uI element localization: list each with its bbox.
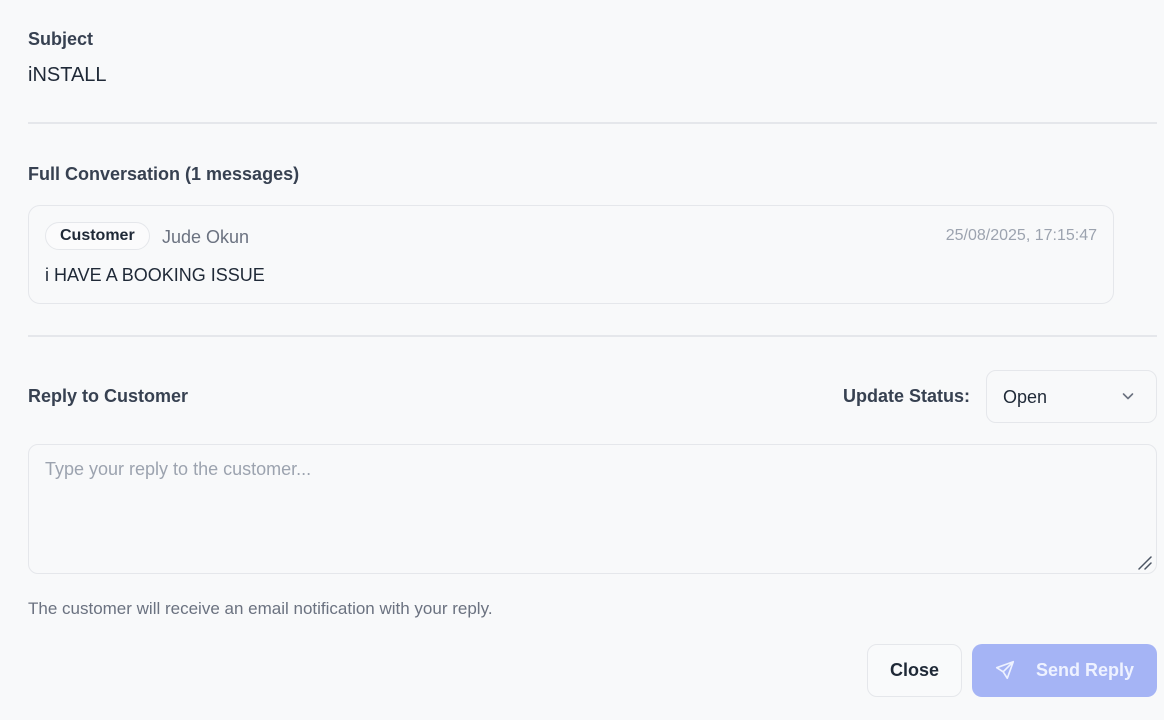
resize-handle-icon[interactable] (1137, 555, 1153, 571)
reply-textarea[interactable] (28, 444, 1157, 574)
send-reply-label: Send Reply (1036, 660, 1135, 680)
reply-hint: The customer will receive an email notif… (28, 599, 493, 618)
reply-heading: Reply to Customer (28, 386, 189, 406)
conversation-heading: Full Conversation (1 messages) (28, 164, 300, 184)
status-select[interactable]: Open (986, 370, 1157, 423)
divider (28, 335, 1157, 337)
send-icon (995, 660, 1015, 680)
message-timestamp: 25/08/2025, 17:15:47 (945, 227, 1097, 244)
message-body: i HAVE A BOOKING ISSUE (45, 265, 265, 285)
sender-name: Jude Okun (162, 227, 250, 247)
close-button[interactable]: Close (867, 644, 962, 697)
subject-value: iNSTALL (28, 64, 107, 86)
message-card: Customer Jude Okun 25/08/2025, 17:15:47 … (28, 205, 1114, 304)
subject-label: Subject (28, 29, 94, 49)
ticket-detail-panel: Subject iNSTALL Full Conversation (1 mes… (0, 0, 1164, 720)
status-label: Update Status: (843, 386, 971, 406)
role-badge: Customer (45, 222, 150, 250)
send-reply-button[interactable]: Send Reply (972, 644, 1157, 697)
divider (28, 122, 1157, 124)
status-selected-value: Open (1003, 387, 1048, 407)
chevron-down-icon (1122, 393, 1134, 400)
